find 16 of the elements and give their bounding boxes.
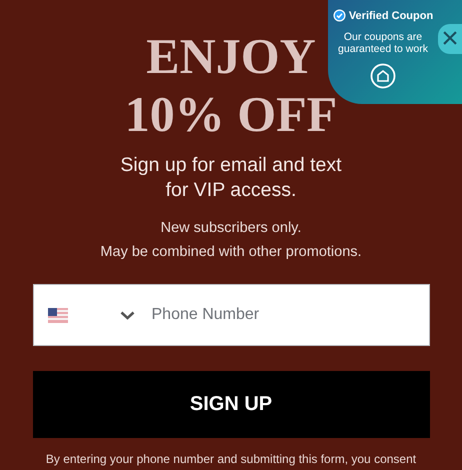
badge-text: Our coupons are guaranteed to work: [337, 31, 429, 55]
note-text: May be combined with other promotions.: [100, 243, 362, 262]
phone-input[interactable]: Phone Number: [152, 306, 352, 324]
close-button[interactable]: ×: [438, 24, 462, 54]
badge-title: Verified Coupon: [348, 10, 434, 22]
chevron-icon[interactable]: [120, 310, 134, 320]
headline: ENJOY: [146, 27, 316, 85]
subtitle: Sign up for email and text for VIP access.: [119, 153, 343, 203]
home-icon[interactable]: [370, 63, 396, 89]
phone-field[interactable]: Phone Number: [32, 284, 430, 346]
note-text: New subscribers only.: [160, 219, 302, 238]
disclaimer-text: By entering your phone number and submitting this form, you consent: [46, 452, 416, 466]
flag-icon[interactable]: [48, 308, 68, 322]
headline: 10% OFF: [124, 85, 338, 143]
check-icon: [332, 9, 346, 22]
sign-up-button[interactable]: SIGN UP: [32, 371, 430, 438]
